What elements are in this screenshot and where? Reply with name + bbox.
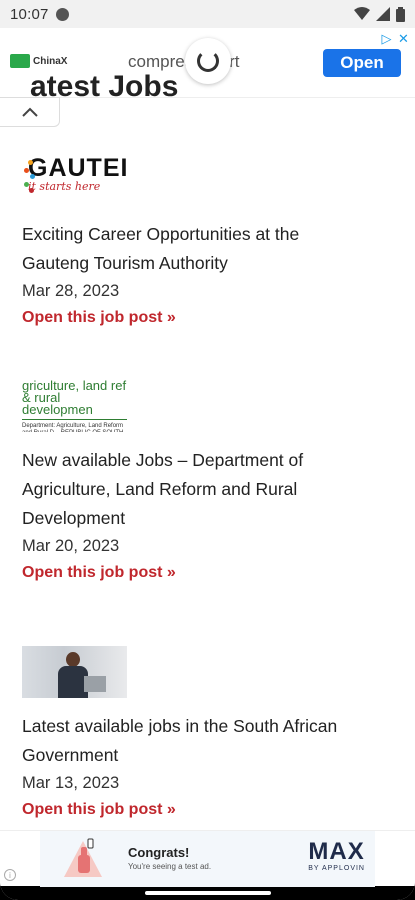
gauteng-logo: GAUTEI it starts here <box>22 154 127 193</box>
job-thumbnail[interactable]: griculture, land ref & rural developmen … <box>22 380 127 432</box>
logo-line: & rural developmen <box>22 390 93 417</box>
ad-brand-name: ChinaX <box>33 55 68 67</box>
chevron-up-icon <box>21 107 38 117</box>
ad-subtext: You're seeing a test ad. <box>128 862 212 871</box>
job-date: Mar 13, 2023 <box>22 774 120 792</box>
close-ad-icon[interactable]: ✕ <box>396 32 411 47</box>
open-job-link[interactable]: Open this job post » <box>22 564 176 582</box>
open-job-link[interactable]: Open this job post » <box>22 801 176 819</box>
open-job-link[interactable]: Open this job post » <box>22 309 176 327</box>
loading-spinner <box>185 38 231 84</box>
logo-word: GAUTEI <box>28 154 127 182</box>
applovin-subtext: BY APPLOVIN <box>308 865 365 872</box>
job-title-line[interactable]: New available Jobs – Department of <box>22 446 392 475</box>
home-gesture-handle[interactable] <box>145 891 271 895</box>
brand-mark-icon <box>10 54 30 68</box>
job-thumbnail[interactable] <box>22 646 127 698</box>
spinner-ring-icon <box>197 50 219 72</box>
job-thumbnail[interactable]: GAUTEI it starts here <box>22 154 127 206</box>
max-wordmark: MAX <box>308 838 365 865</box>
job-title-line[interactable]: Exciting Career Opportunities at the <box>22 220 392 249</box>
job-date: Mar 20, 2023 <box>22 537 120 555</box>
logo-small-text: Department: Agriculture, Land Reform and… <box>22 423 124 432</box>
job-title[interactable]: Exciting Career Opportunities at the Gau… <box>22 220 392 278</box>
job-title[interactable]: New available Jobs – Department of Agric… <box>22 446 392 533</box>
phone-screen: 10:07 ChinaX compres t shirt Open ▷ ✕ at… <box>0 0 415 900</box>
adchoices-icon[interactable]: ▷ <box>379 32 394 47</box>
collapse-button[interactable] <box>0 97 60 127</box>
test-ad-banner[interactable]: Congrats! You're seeing a test ad. MAX B… <box>40 831 375 887</box>
ad-headline: Congrats! <box>128 845 190 860</box>
thumbs-up-icon <box>64 838 102 877</box>
ad-info-icon[interactable]: i <box>4 869 16 881</box>
status-time: 10:07 <box>10 5 49 23</box>
job-title-line[interactable]: Development <box>22 504 392 533</box>
job-title-line[interactable]: Agriculture, Land Reform and Rural <box>22 475 392 504</box>
bottom-ad-banner[interactable]: i Congrats! You're seeing a test ad. MAX… <box>0 830 415 887</box>
laptop-image <box>84 676 106 692</box>
logo-divider <box>22 419 127 420</box>
ad-choices[interactable]: ▷ ✕ <box>379 32 411 47</box>
job-title-line[interactable]: Gauteng Tourism Authority <box>22 249 392 278</box>
job-item[interactable]: Latest available jobs in the South Afric… <box>22 646 392 819</box>
navigation-bar <box>0 886 415 900</box>
job-photo <box>22 646 127 698</box>
status-bar: 10:07 <box>0 0 415 28</box>
job-title-line[interactable]: Government <box>22 741 392 770</box>
job-item[interactable]: griculture, land ref & rural developmen … <box>22 380 392 582</box>
agriculture-logo: griculture, land ref & rural developmen … <box>22 380 127 432</box>
job-title[interactable]: Latest available jobs in the South Afric… <box>22 712 392 770</box>
status-icons <box>354 6 405 22</box>
signal-icon <box>376 7 390 21</box>
job-title-line[interactable]: Latest available jobs in the South Afric… <box>22 712 392 741</box>
wifi-icon <box>354 7 370 20</box>
job-date: Mar 28, 2023 <box>22 282 120 300</box>
ad-open-button[interactable]: Open <box>323 49 401 77</box>
job-item[interactable]: GAUTEI it starts here Exciting Career Op… <box>22 154 392 327</box>
notification-icon <box>55 7 69 21</box>
applovin-logo: MAX BY APPLOVIN <box>308 838 365 873</box>
battery-icon <box>396 6 405 22</box>
ad-brand-logo: ChinaX <box>10 54 67 68</box>
